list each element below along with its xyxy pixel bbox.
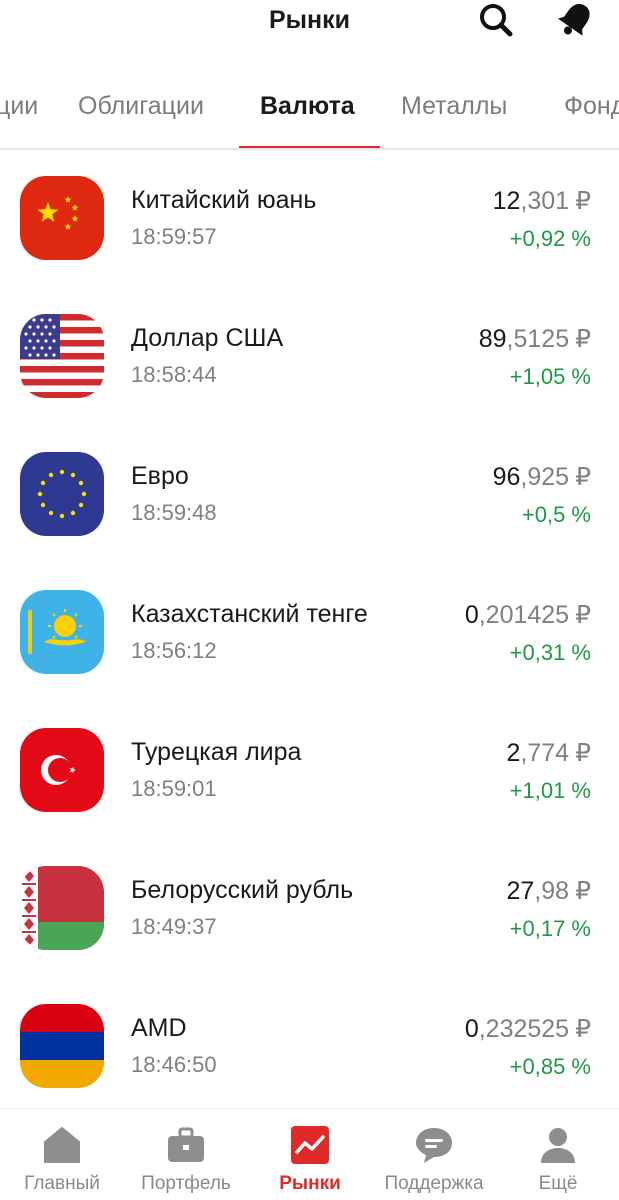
ruble-sign: ₽ [575, 463, 591, 491]
currency-price: 12,301 ₽ [493, 186, 591, 216]
currency-name: Казахстанский тенге [131, 600, 368, 628]
price-fraction: ,301 [520, 187, 570, 215]
currency-price: 0,232525 ₽ [465, 1014, 591, 1044]
ruble-sign: ₽ [575, 187, 591, 215]
price-integer: 2 [506, 739, 521, 767]
currency-price: 0,201425 ₽ [465, 600, 591, 630]
belarus-flag-icon [20, 866, 104, 950]
currency-price: 27,98 ₽ [507, 876, 591, 906]
update-time: 18:49:37 [131, 914, 217, 939]
currency-name: Турецкая лира [131, 738, 302, 766]
list-item[interactable]: AMD 18:46:50 0,232525 ₽ +0,85 % [0, 978, 619, 1116]
tab-funds[interactable]: Фонд [564, 92, 619, 121]
price-integer: 0 [464, 1015, 479, 1043]
currency-price: 89,5125 ₽ [479, 324, 591, 354]
price-change: +1,05 % [509, 364, 591, 389]
notifications-button[interactable] [556, 0, 596, 38]
turkey-flag-icon [20, 728, 104, 812]
profile-icon [541, 1128, 575, 1163]
currency-price: 96,925 ₽ [493, 462, 591, 492]
tab-bonds[interactable]: Облигации [78, 92, 204, 121]
ruble-sign: ₽ [575, 739, 591, 767]
price-fraction: ,98 [534, 877, 570, 905]
category-tabs: ции Облигации Валюта Металлы Фонд [0, 78, 619, 150]
ruble-sign: ₽ [575, 325, 591, 353]
update-time: 18:58:44 [131, 362, 217, 387]
currency-name: AMD [131, 1014, 187, 1042]
nav-label: Ещё [538, 1173, 578, 1194]
update-time: 18:59:01 [131, 776, 217, 801]
search-icon [480, 4, 513, 37]
price-fraction: ,925 [520, 463, 570, 491]
page-title: Рынки [268, 6, 350, 34]
price-fraction: ,201425 [478, 601, 570, 629]
ruble-sign: ₽ [575, 877, 591, 905]
update-time: 18:59:48 [131, 500, 217, 525]
top-bar: Рынки [0, 0, 619, 44]
currency-name: Евро [131, 462, 189, 490]
nav-label: Рынки [279, 1173, 341, 1194]
china-flag-icon [20, 176, 104, 260]
price-integer: 96 [492, 463, 521, 491]
price-change: +0,5 % [521, 502, 591, 527]
nav-home[interactable]: Главный [0, 1109, 124, 1200]
nav-support[interactable]: Поддержка [372, 1109, 496, 1200]
home-icon [44, 1127, 80, 1163]
price-integer: 0 [464, 601, 479, 629]
nav-label: Главный [24, 1173, 100, 1194]
price-integer: 89 [478, 325, 507, 353]
list-item[interactable]: Китайский юань 18:59:57 12,301 ₽ +0,92 % [0, 150, 619, 288]
ruble-sign: ₽ [575, 1015, 591, 1043]
nav-portfolio[interactable]: Портфель [124, 1109, 248, 1200]
price-change: +1,01 % [509, 778, 591, 803]
briefcase-icon [168, 1127, 204, 1162]
update-time: 18:46:50 [131, 1052, 217, 1077]
price-fraction: ,774 [520, 739, 570, 767]
ruble-sign: ₽ [575, 601, 591, 629]
list-item[interactable]: Белорусский рубль 18:49:37 27,98 ₽ +0,17 … [0, 840, 619, 978]
price-fraction: ,232525 [478, 1015, 570, 1043]
nav-more[interactable]: Ещё [496, 1109, 619, 1200]
list-item[interactable]: Турецкая лира 18:59:01 2,774 ₽ +1,01 % [0, 702, 619, 840]
price-integer: 12 [492, 187, 521, 215]
chat-icon [416, 1128, 452, 1163]
price-fraction: ,5125 [506, 325, 570, 353]
armenia-flag-icon [20, 1004, 104, 1088]
nav-label: Поддержка [384, 1173, 484, 1194]
currency-price: 2,774 ₽ [507, 738, 591, 768]
list-item[interactable]: Казахстанский тенге 18:56:12 0,201425 ₽ +… [0, 564, 619, 702]
price-change: +0,92 % [509, 226, 591, 251]
price-change: +0,17 % [509, 916, 591, 941]
update-time: 18:56:12 [131, 638, 217, 663]
bottom-navigation: Главный Портфель Рынки Поддержка Ещё [0, 1108, 619, 1200]
currency-name: Белорусский рубль [131, 876, 354, 904]
list-item[interactable]: Евро 18:59:48 96,925 ₽ +0,5 % [0, 426, 619, 564]
currency-name: Китайский юань [131, 186, 317, 214]
tab-stocks[interactable]: ции [0, 92, 38, 121]
price-change: +0,31 % [509, 640, 591, 665]
bell-icon [557, 3, 590, 36]
price-integer: 27 [506, 877, 535, 905]
usa-flag-icon [20, 314, 104, 398]
chart-icon [291, 1126, 329, 1164]
list-item[interactable]: Доллар США 18:58:44 89,5125 ₽ +1,05 % [0, 288, 619, 426]
search-button[interactable] [476, 2, 516, 38]
eu-flag-icon [20, 452, 104, 536]
tab-metals[interactable]: Металлы [401, 92, 507, 121]
price-change: +0,85 % [509, 1054, 591, 1079]
kazakhstan-flag-icon [20, 590, 104, 674]
tab-currency[interactable]: Валюта [260, 92, 355, 121]
currency-name: Доллар США [131, 324, 284, 352]
nav-markets[interactable]: Рынки [248, 1109, 372, 1200]
update-time: 18:59:57 [131, 224, 217, 249]
nav-label: Портфель [141, 1173, 231, 1194]
